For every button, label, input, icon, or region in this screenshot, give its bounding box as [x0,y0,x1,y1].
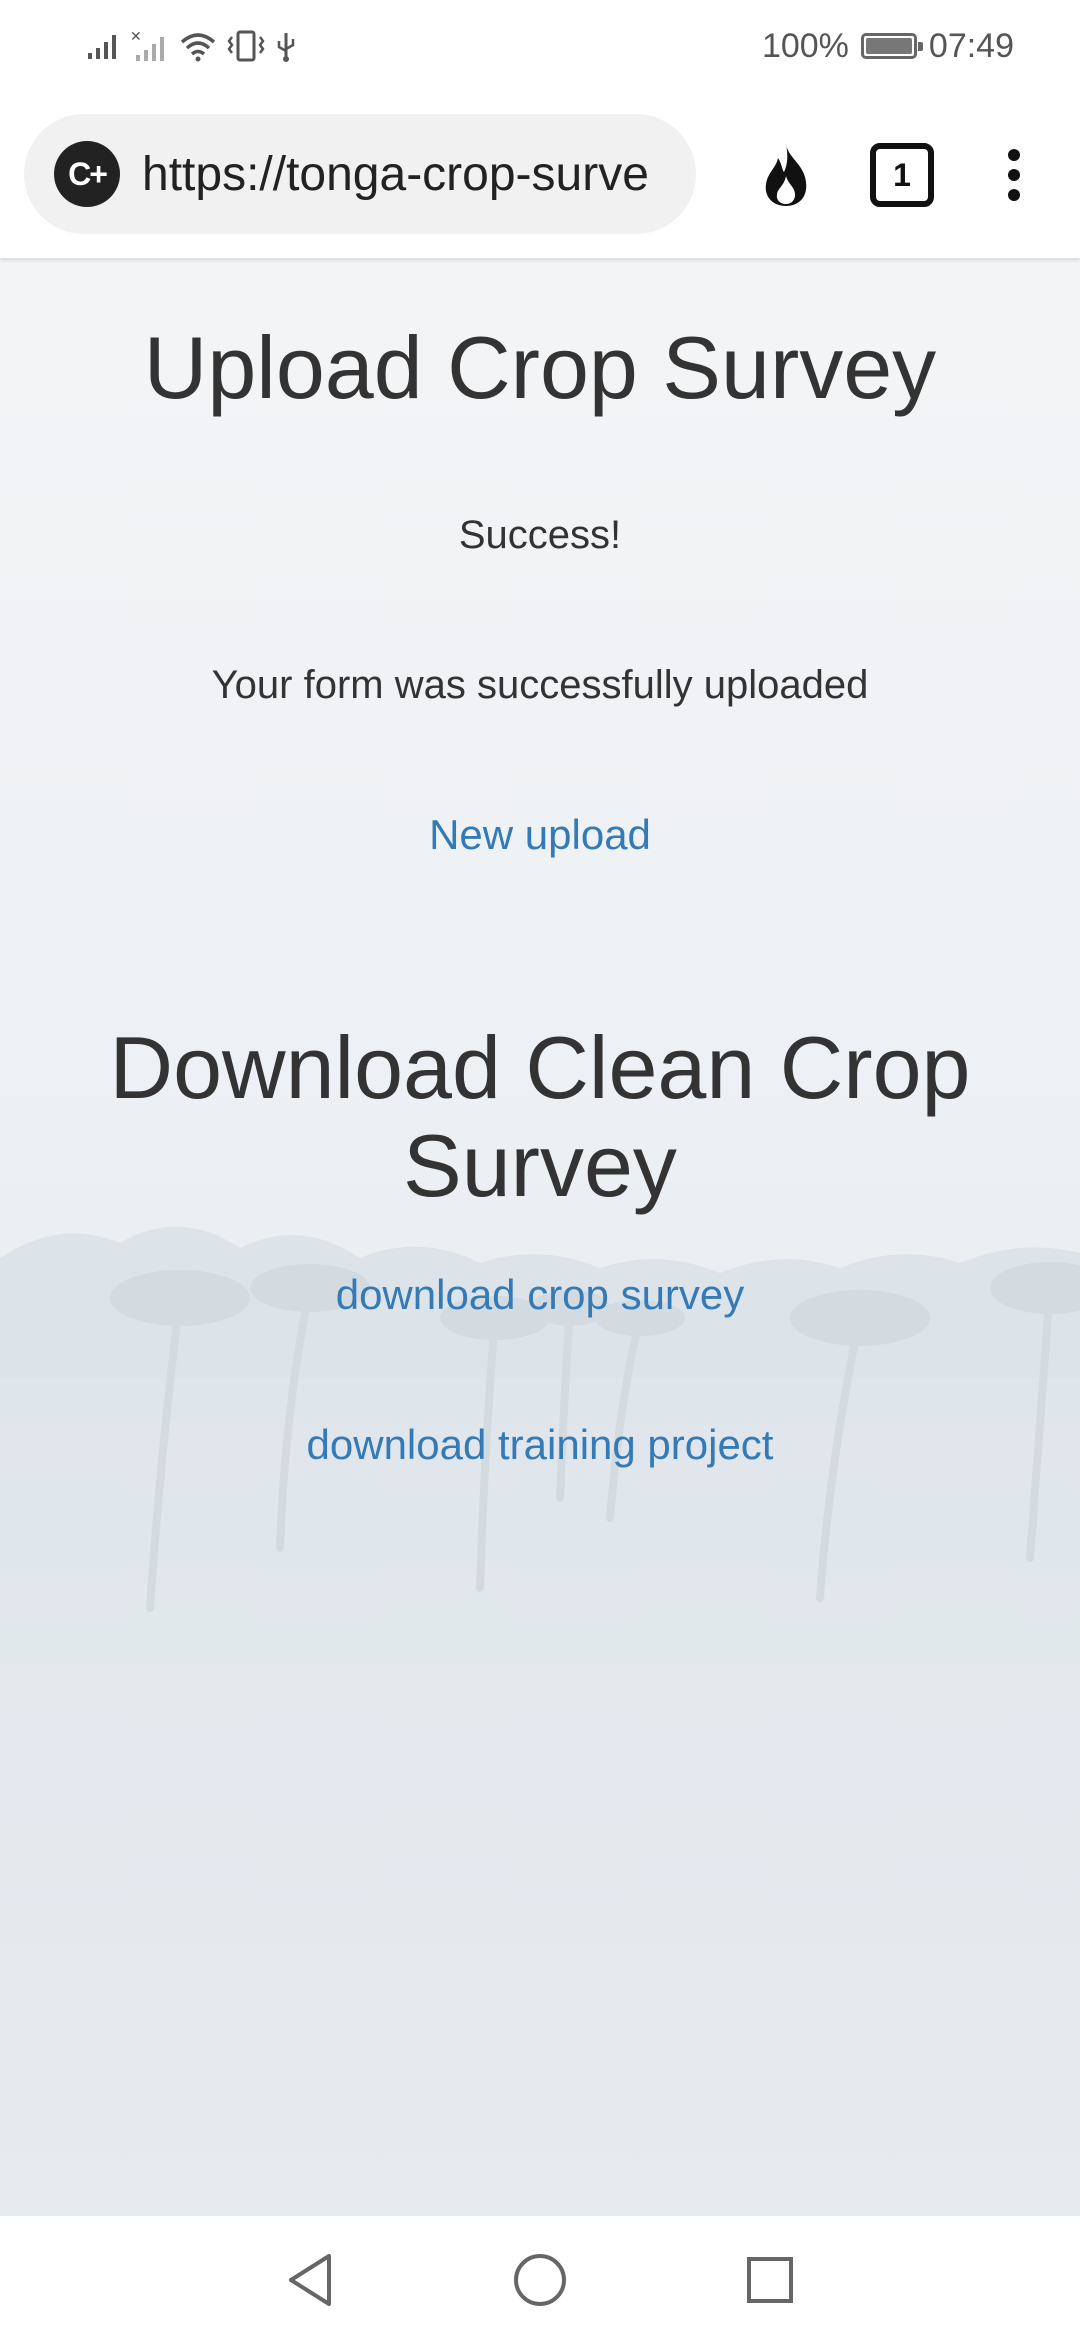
clock: 07:49 [928,26,1014,65]
back-icon[interactable] [282,2252,338,2308]
site-settings-icon[interactable]: C+ [54,141,120,207]
system-nav-bar [0,2216,1080,2340]
battery-level [865,38,912,54]
usb-icon [277,33,295,62]
download-heading-line2: Survey [403,1116,677,1215]
vibrate-icon [227,30,265,62]
more-menu-icon[interactable] [994,140,1034,210]
tab-switcher-icon[interactable]: 1 [870,140,934,210]
status-bar: ✕ 100% 07:49 [0,0,1080,90]
status-icons-right: 100% 07:49 [762,24,1014,68]
page-content: Upload Crop Survey Success! Your form wa… [0,258,1080,2216]
url-text[interactable]: https://tonga-crop-survey [142,147,647,202]
new-upload-link[interactable]: New upload [429,811,651,858]
fire-icon[interactable] [754,140,818,210]
upload-heading: Upload Crop Survey [143,318,937,417]
svg-text:✕: ✕ [130,29,142,45]
success-message: Your form was successfully uploaded [211,663,869,707]
download-heading-line1: Download Clean Crop [109,1018,971,1117]
tab-count[interactable]: 1 [870,143,934,207]
browser-toolbar: C+ https://tonga-crop-survey 1 [0,90,1080,258]
wifi-icon [180,33,216,62]
signal-icon [88,35,116,59]
battery-percent: 100% [761,26,849,65]
download-crop-survey-link[interactable]: download crop survey [336,1271,745,1318]
home-icon[interactable] [512,2252,568,2308]
no-signal-icon: ✕ [130,29,164,61]
download-training-link-row: download training project [0,1420,1080,1470]
url-bar[interactable]: C+ https://tonga-crop-survey [24,114,696,234]
recents-icon[interactable] [742,2252,798,2308]
download-survey-link-row: download crop survey [0,1270,1080,1320]
status-icons-left: ✕ [86,24,298,68]
new-upload-link-row: New upload [0,810,1080,860]
battery-icon [860,33,923,59]
screen: ✕ 100% 07:49 C+ https://tonga-crop-surve… [0,0,1080,2340]
download-training-project-link[interactable]: download training project [307,1421,774,1468]
success-text: Success! [458,513,622,557]
